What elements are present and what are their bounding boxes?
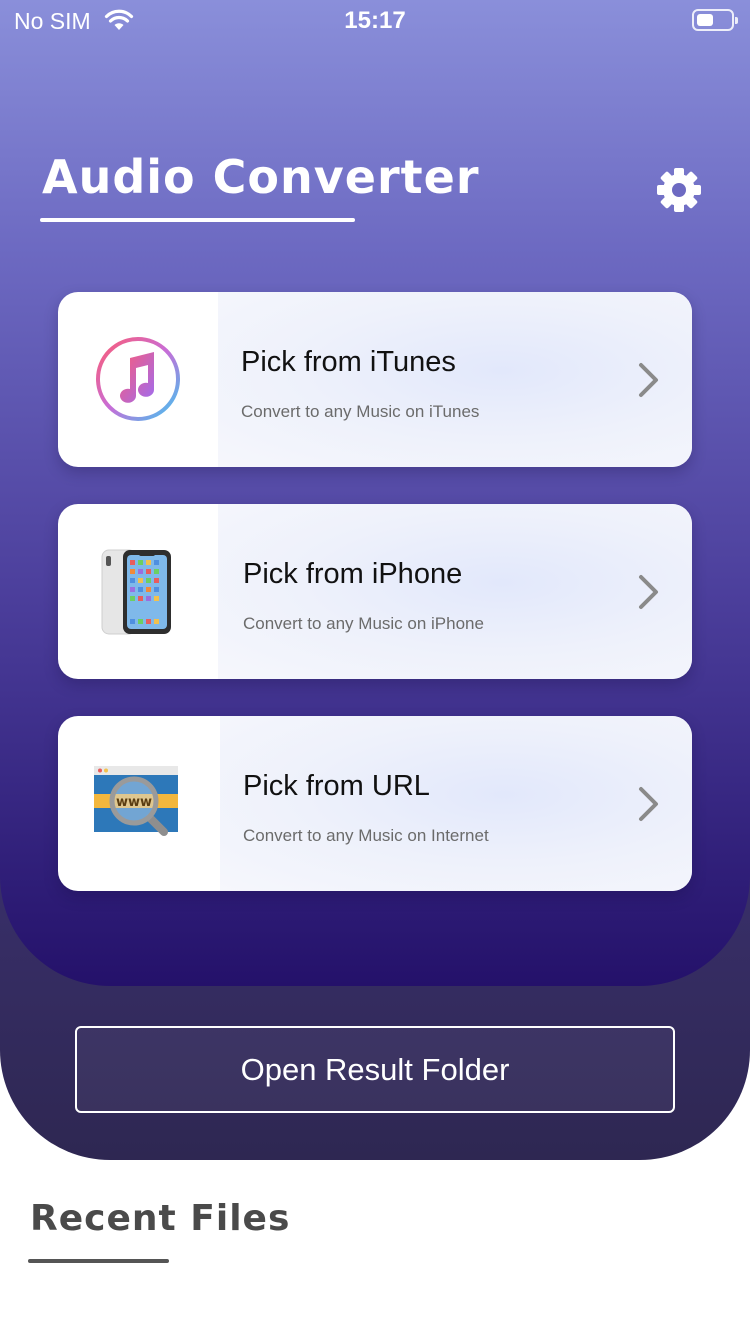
- battery-icon: [692, 9, 738, 31]
- pick-itunes-card[interactable]: Pick from iTunes Convert to any Music on…: [58, 292, 692, 467]
- www-label: www: [116, 795, 152, 810]
- battery-level: [697, 14, 713, 26]
- app-title: Audio Converter: [42, 150, 480, 204]
- card-subtitle: Convert to any Music on Internet: [243, 826, 489, 845]
- card-subtitle: Convert to any Music on iPhone: [243, 614, 484, 633]
- title-underline: [40, 218, 355, 222]
- www-magnifier-icon: www: [94, 766, 178, 836]
- card-title: Pick from iPhone: [243, 558, 463, 590]
- chevron-right-icon: [639, 787, 658, 821]
- recent-files-underline: [28, 1259, 169, 1263]
- status-bar: No SIM 15:17: [0, 0, 750, 40]
- battery-tip: [735, 17, 738, 24]
- card-title: Pick from URL: [243, 770, 430, 802]
- gear-icon[interactable]: [655, 166, 703, 214]
- card-content-area: [218, 292, 692, 467]
- open-result-folder-button[interactable]: Open Result Folder: [75, 1026, 675, 1113]
- clock: 15:17: [344, 7, 406, 34]
- chevron-right-icon: [639, 575, 658, 609]
- card-title: Pick from iTunes: [241, 346, 456, 378]
- recent-files-title: Recent Files: [30, 1198, 291, 1239]
- card-content-area: [218, 504, 692, 679]
- itunes-music-note-icon: [96, 337, 180, 421]
- iphone-icon: [101, 549, 171, 635]
- chevron-right-icon: [639, 363, 658, 397]
- card-content-area: [220, 716, 692, 891]
- pick-url-card[interactable]: www Pick from URL Convert to any Music o…: [58, 716, 692, 891]
- pick-iphone-card[interactable]: Pick from iPhone Convert to any Music on…: [58, 504, 692, 679]
- card-subtitle: Convert to any Music on iTunes: [241, 402, 480, 421]
